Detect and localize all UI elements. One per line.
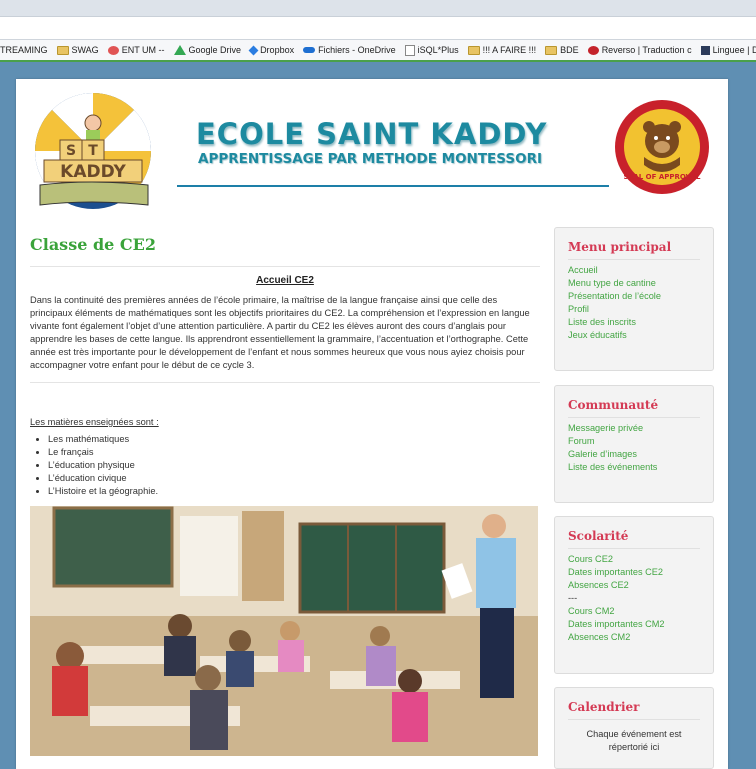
list-item: L’éducation civique: [48, 472, 540, 485]
community-panel: Communauté Messagerie privée Forum Galer…: [554, 385, 714, 503]
um-icon: [107, 45, 119, 55]
address-bar[interactable]: [0, 17, 756, 40]
folder-icon: [56, 45, 69, 55]
bookmark-reverso[interactable]: Reverso | Traduction c: [587, 45, 692, 55]
main-menu-title: Menu principal: [568, 240, 700, 260]
list-item: Le français: [48, 446, 540, 459]
list-item: L’Histoire et la géographie.: [48, 485, 540, 498]
folder-icon: [467, 45, 480, 55]
calendar-text: Chaque événement est répertorié ici: [555, 728, 713, 754]
menu-item-presentation[interactable]: Présentation de l’école: [568, 290, 713, 303]
community-item-galerie[interactable]: Galerie d’images: [568, 448, 713, 461]
logo-block-s: S: [66, 143, 76, 159]
list-item: Les mathématiques: [48, 433, 540, 446]
bookmark-ent-um[interactable]: ENT UM --: [107, 45, 165, 55]
community-title: Communauté: [568, 398, 700, 418]
logo-block-kaddy: KADDY: [60, 162, 126, 182]
isql-icon: [404, 44, 415, 56]
divider: [30, 266, 540, 267]
bookmark-label: Linguee | Diction: [712, 45, 756, 55]
bookmark-google-drive[interactable]: Google Drive: [173, 45, 242, 55]
subjects-list: Les mathématiques Le français L’éducatio…: [30, 433, 540, 498]
seal-of-approval: SEAL OF APPROVAL: [615, 100, 709, 194]
main-content: Classe de CE2 Accueil CE2 Dans la contin…: [30, 229, 540, 761]
site-title: ECOLE SAINT KADDY: [196, 117, 548, 151]
bookmark-label: SWAG: [71, 45, 99, 55]
folder-icon: [545, 45, 558, 55]
menu-item-cantine[interactable]: Menu type de cantine: [568, 277, 713, 290]
calendar-text-line: répertorié ici: [608, 742, 660, 752]
school-title: Scolarité: [568, 529, 700, 549]
page-content: S T KADDY ECOLE SAINT KADDY APPRENTISSAG…: [16, 79, 728, 769]
menu-item-inscrits[interactable]: Liste des inscrits: [568, 316, 713, 329]
site-subtitle: APPRENTISSAGE PAR METHODE MONTESSORI: [198, 151, 543, 167]
calendar-title: Calendrier: [568, 700, 700, 720]
community-item-messagerie[interactable]: Messagerie privée: [568, 422, 713, 435]
bookmark-label: iSQL*Plus: [417, 45, 459, 55]
intro-paragraph: Dans la continuité des premières années …: [30, 295, 530, 370]
drive-icon: [173, 45, 186, 55]
school-item-dates-ce2[interactable]: Dates importantes CE2: [568, 566, 713, 579]
community-item-forum[interactable]: Forum: [568, 435, 713, 448]
menu-item-profil[interactable]: Profil: [568, 303, 713, 316]
bookmark-label: Fichiers - OneDrive: [318, 45, 396, 55]
main-menu-panel: Menu principal Accueil Menu type de cant…: [554, 227, 714, 371]
browser-tab-strip: [0, 0, 756, 17]
school-logo[interactable]: S T KADDY: [30, 93, 156, 215]
bookmark-linguee[interactable]: Linguee | Diction: [700, 45, 756, 55]
bookmark-label: Reverso | Traduction c: [601, 45, 692, 55]
bookmark-bde[interactable]: BDE: [545, 45, 579, 55]
bookmark-swag[interactable]: SWAG: [56, 45, 99, 55]
menu-item-accueil[interactable]: Accueil: [568, 264, 713, 277]
onedrive-icon: [303, 47, 316, 53]
calendar-text-line: Chaque événement est: [586, 729, 682, 739]
community-item-evenements[interactable]: Liste des événements: [568, 461, 713, 474]
school-item-cours-cm2[interactable]: Cours CM2: [568, 605, 713, 618]
bookmark-label: ENT UM --: [121, 45, 165, 55]
bookmark-label: !!! A FAIRE !!!: [482, 45, 537, 55]
classroom-photo: [30, 506, 538, 756]
school-item-dates-cm2[interactable]: Dates importantes CM2: [568, 618, 713, 631]
school-item-absences-ce2[interactable]: Absences CE2: [568, 579, 713, 592]
school-item-absences-cm2[interactable]: Absences CM2: [568, 631, 713, 644]
bookmarks-bar: TREAMING SWAG ENT UM -- Google Drive Dro…: [0, 40, 756, 62]
bookmark-label: Google Drive: [188, 45, 242, 55]
title-divider: [177, 185, 609, 187]
divider: [30, 382, 540, 383]
school-panel: Scolarité Cours CE2 Dates importantes CE…: [554, 516, 714, 674]
linguee-icon: [700, 45, 710, 55]
logo-block-t: T: [88, 143, 98, 159]
calendar-panel: Calendrier Chaque événement est répertor…: [554, 687, 714, 769]
section-title: Accueil CE2: [256, 275, 314, 286]
seal-text: SEAL OF APPROVAL: [624, 173, 701, 181]
bookmark-label: Dropbox: [260, 45, 295, 55]
subjects-title: Les matières enseignées sont :: [30, 417, 159, 427]
page-title: Classe de CE2: [30, 235, 156, 254]
reverso-icon: [587, 45, 599, 55]
dropbox-icon: [248, 45, 259, 55]
bookmark-dropbox[interactable]: Dropbox: [248, 45, 295, 55]
bookmark-onedrive[interactable]: Fichiers - OneDrive: [303, 45, 396, 55]
bookmark-a-faire[interactable]: !!! A FAIRE !!!: [467, 45, 537, 55]
bookmark-isqlplus[interactable]: iSQL*Plus: [404, 44, 459, 56]
bookmark-label: TREAMING: [0, 45, 48, 55]
school-item-cours-ce2[interactable]: Cours CE2: [568, 553, 713, 566]
menu-item-jeux[interactable]: Jeux éducatifs: [568, 329, 713, 342]
bookmark-label: BDE: [560, 45, 579, 55]
list-item: L’éducation physique: [48, 459, 540, 472]
school-separator: ---: [568, 593, 578, 603]
bookmark-streaming[interactable]: TREAMING: [0, 45, 48, 55]
